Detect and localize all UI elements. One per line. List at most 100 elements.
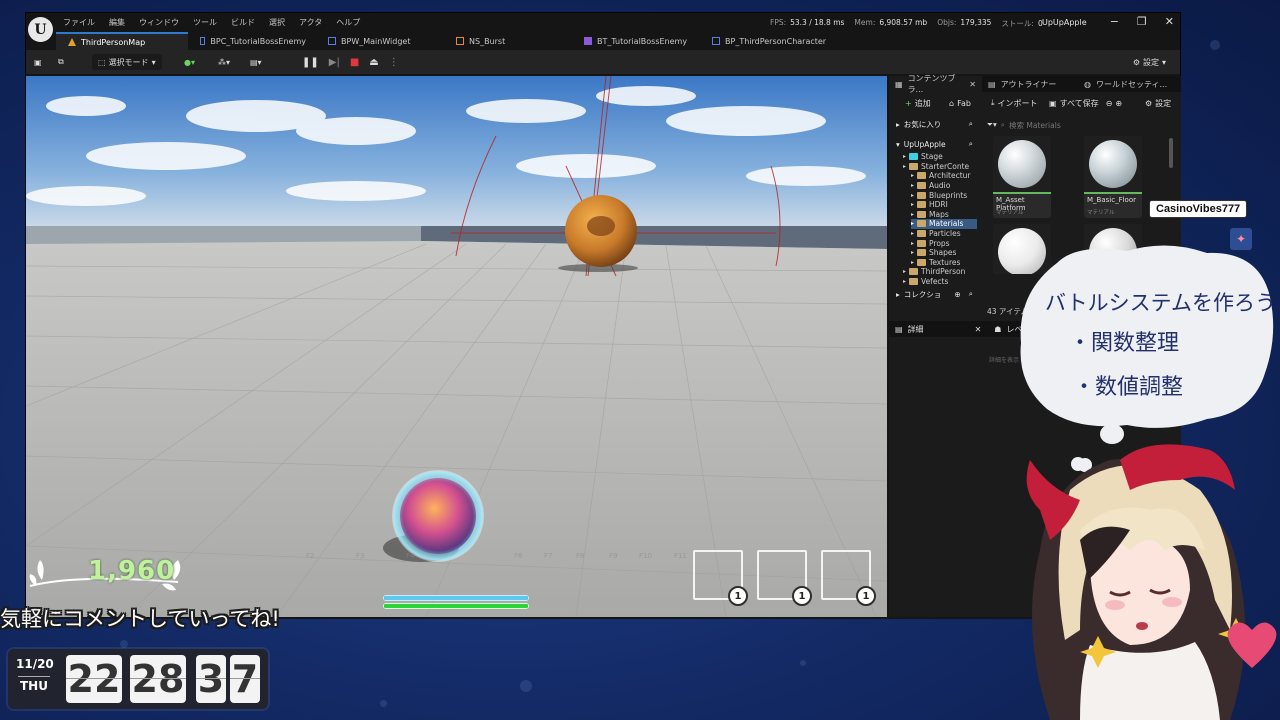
close-icon[interactable]: ✕ <box>969 80 976 89</box>
tree-folder-item[interactable]: ▸ Props <box>911 238 977 248</box>
forward-icon[interactable]: ⊕ <box>1115 99 1122 108</box>
menu-build[interactable]: ビルド <box>231 17 255 28</box>
asset-scrollbar[interactable] <box>1169 138 1173 168</box>
close-icon[interactable]: ✕ <box>975 325 982 334</box>
tree-folder-item[interactable]: ▸ Stage <box>903 152 977 162</box>
folder-label: Maps <box>929 209 949 219</box>
tab-content-browser[interactable]: ▦ コンテンツブラ... ✕ <box>889 74 982 94</box>
tab-bpw-mainwidget[interactable]: BPW_MainWidget <box>316 32 444 50</box>
bubble-item-1: ・関数整理 <box>1069 331 1180 356</box>
source-control-icon[interactable]: ⧉ <box>58 54 64 70</box>
folder-icon <box>917 201 927 209</box>
import-button[interactable]: ⤓ インポート <box>991 95 1038 111</box>
svg-text:F7: F7 <box>544 552 552 560</box>
tab-bpc-tutorialbossenemy[interactable]: BPC_TutorialBossEnemy <box>188 32 316 50</box>
fab-button[interactable]: ⌂ Fab <box>949 95 971 111</box>
chevron-right-icon: ▸ <box>911 182 915 190</box>
pause-icon[interactable]: ❚❚ <box>302 57 319 68</box>
blueprints-menu-icon[interactable]: ⁂▾ <box>218 54 230 70</box>
chevron-right-icon: ▸ <box>911 230 915 238</box>
cinematics-icon[interactable]: ▤▾ <box>250 54 262 70</box>
menu-file[interactable]: ファイル <box>63 17 95 28</box>
collections-section[interactable]: ▸ コレクショ ⊕ ⌕ <box>893 286 977 302</box>
date-time-widget: 11/20 THU 22 28 3 7 <box>8 649 268 709</box>
level-viewport[interactable]: F2 F3 F4 F6 F7 F8 F9 F10 F11 1 1 1 <box>26 76 887 617</box>
tab-bp-thirdpersoncharacter[interactable]: BP_ThirdPersonCharacter <box>700 32 850 50</box>
search-icon[interactable]: ⌕ <box>969 139 973 149</box>
menu-select[interactable]: 選択 <box>269 17 285 28</box>
search-icon[interactable]: ⌕ <box>969 289 973 299</box>
select-mode-icon: ⬚ <box>98 57 106 67</box>
asset-m-basic-floor[interactable]: M_Basic_Floor マテリアル <box>1084 136 1142 218</box>
tree-folder-item[interactable]: ▸ Particles <box>911 229 977 239</box>
eject-icon[interactable]: ⏏ <box>369 57 378 68</box>
save-icon[interactable]: ▣ <box>34 54 42 70</box>
clock-day-of-week: THU <box>20 679 48 693</box>
menu-window[interactable]: ウィンドウ <box>139 17 179 28</box>
minimize-icon[interactable]: − <box>1110 15 1119 28</box>
svg-text:F9: F9 <box>609 552 617 560</box>
favorites-section[interactable]: ▸ お気に入り ⌕ <box>893 116 977 132</box>
tree-folder-item[interactable]: ▸ Blueprints <box>911 190 977 200</box>
objs-label: Objs: <box>937 18 957 27</box>
frame-skip-icon[interactable]: ▶| <box>329 57 340 68</box>
tree-folder-item[interactable]: ▸ StarterConte <box>903 162 977 172</box>
unreal-logo-icon[interactable]: U <box>28 17 53 42</box>
select-mode-dropdown[interactable]: ⬚ 選択モード ▾ <box>92 54 162 70</box>
maximize-icon[interactable]: ❐ <box>1137 15 1147 28</box>
tree-folder-item[interactable]: ▸ HDRI <box>911 200 977 210</box>
tab-outliner[interactable]: ▤ アウトライナー <box>982 76 1078 92</box>
tree-folder-item[interactable]: ▸ Materials <box>911 219 977 229</box>
menu-actor[interactable]: アクタ <box>299 17 322 28</box>
svg-text:F8: F8 <box>576 552 584 560</box>
svg-text:F10: F10 <box>639 552 652 560</box>
slot-count: 1 <box>728 586 748 606</box>
menu-help[interactable]: ヘルプ <box>336 17 360 28</box>
gear-icon: ⚙ <box>1132 57 1140 67</box>
back-icon[interactable]: ⊖ <box>1106 99 1113 108</box>
settings-button[interactable]: ⚙ 設定 ▾ <box>1133 54 1166 70</box>
filter-icon[interactable]: ⏷▾ <box>987 120 997 130</box>
project-section[interactable]: ▾ UpUpApple ⌕ <box>893 136 977 152</box>
asset-search-bar[interactable]: ⏷▾ ⌕ 検索 Materials <box>983 118 1165 132</box>
tree-folder-item[interactable]: ▸ Audio <box>911 181 977 191</box>
chevron-right-icon: ▸ <box>911 210 915 218</box>
import-label: インポート <box>997 98 1038 108</box>
bubble-item-2: ・数値調整 <box>1073 375 1184 400</box>
tree-folder-item[interactable]: ▸ Shapes <box>911 248 977 258</box>
tab-bt-tutorialbossenemy[interactable]: BT_TutorialBossEnemy <box>572 32 700 50</box>
svg-text:F6: F6 <box>514 552 523 560</box>
details-tab[interactable]: 詳細 <box>908 324 924 335</box>
tree-folder-item[interactable]: ▸ Architectur <box>911 171 977 181</box>
folder-icon <box>909 268 919 276</box>
level-icon <box>68 38 76 46</box>
folder-label: Particles <box>929 229 961 239</box>
folder-label: Vefects <box>921 277 949 287</box>
search-input[interactable]: 検索 Materials <box>1009 120 1061 131</box>
tree-folder-item[interactable]: ▸ ThirdPerson <box>903 267 977 277</box>
asset-m-asset-platform[interactable]: M_Asset Platform マテリアル <box>993 136 1051 218</box>
save-all-button[interactable]: ▣ すべて保存 ⊖ ⊕ <box>1049 95 1122 111</box>
add-collection-icon[interactable]: ⊕ <box>955 290 961 299</box>
folder-label: Props <box>929 238 950 248</box>
cb-settings-button[interactable]: ⚙ 設定 <box>1145 95 1171 111</box>
tree-folder-item[interactable]: ▸ Textures <box>911 258 977 268</box>
favorites-label: お気に入り <box>903 119 942 129</box>
fps-label: FPS: <box>770 18 787 27</box>
tab-ns-burst[interactable]: NS_Burst <box>444 32 572 50</box>
menu-edit[interactable]: 編集 <box>109 17 125 28</box>
stop-icon[interactable]: ■ <box>350 57 359 68</box>
tree-folder-item[interactable]: ▸ Maps <box>911 210 977 220</box>
tree-folder-item[interactable]: ▸ Vefects <box>903 277 977 287</box>
tab-thirdpersonmap[interactable]: ThirdPersonMap <box>56 32 188 50</box>
panel-tabs: ▦ コンテンツブラ... ✕ ▤ アウトライナー ◍ ワールドセッティ... <box>889 74 1181 94</box>
add-actor-icon[interactable]: ●▾ <box>184 54 195 70</box>
folder-icon <box>917 258 927 266</box>
close-icon[interactable]: ✕ <box>1165 15 1174 28</box>
menu-tools[interactable]: ツール <box>193 17 217 28</box>
search-icon[interactable]: ⌕ <box>969 119 973 129</box>
mem-value: 6,908.57 mb <box>879 18 928 27</box>
add-button[interactable]: + 追加 <box>901 95 935 111</box>
more-options-icon[interactable]: ⋮ <box>389 57 399 68</box>
tab-world-settings[interactable]: ◍ ワールドセッティ... <box>1078 76 1178 92</box>
